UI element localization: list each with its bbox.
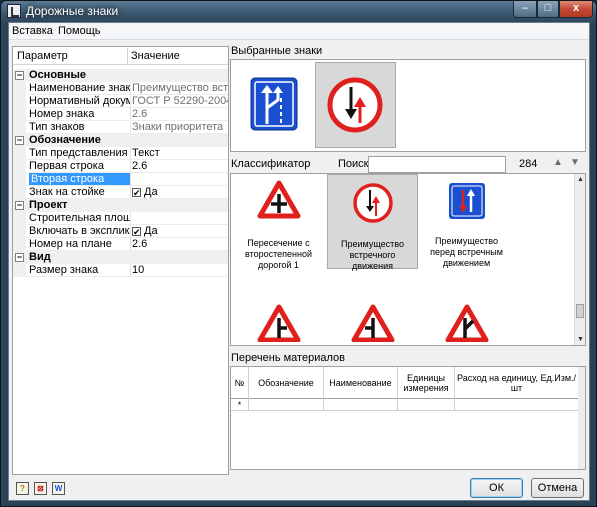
classifier-item[interactable]: Пересечение с второстепенной дорогой 1 <box>233 174 324 270</box>
materials-scrollbar[interactable] <box>578 367 585 469</box>
ok-button[interactable]: ОК <box>470 478 523 498</box>
materials-label: Перечень материалов <box>231 352 345 364</box>
materials-table: № Обозначение Наименование Единицы измер… <box>230 366 586 470</box>
move-down-icon[interactable]: ▼ <box>570 157 580 168</box>
menu-insert[interactable]: Вставка <box>12 25 53 37</box>
group-project[interactable]: − Проект <box>13 199 228 212</box>
property-row-selected[interactable]: Вторая строка <box>13 173 228 186</box>
property-row[interactable]: Включать в экспликацию✔Да <box>13 225 228 238</box>
group-view[interactable]: − Вид <box>13 251 228 264</box>
app-icon <box>7 4 21 18</box>
selected-signs-label: Выбранные знаки <box>231 45 323 57</box>
lane-direction-sign-icon <box>250 77 298 131</box>
checkbox[interactable]: ✔ <box>132 227 141 237</box>
property-value: Да <box>144 186 158 198</box>
client-area: Вставка Помощь Параметр Значение − Основ… <box>8 22 590 501</box>
property-row[interactable]: Нормативный документГОСТ Р 52290-2004 <box>13 95 228 108</box>
classifier-label: Классификатор <box>231 158 311 170</box>
side-road-right-sign-icon <box>257 304 300 342</box>
group-main[interactable]: − Основные <box>13 69 228 82</box>
minimize-button[interactable]: – <box>513 1 537 18</box>
property-row[interactable]: Номер на плане 2.6 <box>13 238 228 251</box>
column-header[interactable]: Наименование <box>324 367 398 399</box>
oncoming-priority-sign-icon <box>352 183 393 223</box>
table-cell[interactable] <box>455 399 579 411</box>
table-cell[interactable] <box>398 399 455 411</box>
search-input[interactable] <box>368 156 506 173</box>
word-export-icon[interactable]: W <box>52 482 65 495</box>
scroll-thumb[interactable] <box>576 304 584 318</box>
menu-help[interactable]: Помощь <box>58 25 101 37</box>
scroll-down-icon[interactable]: ▼ <box>575 334 585 345</box>
classifier-item-selected[interactable]: Преимущество встречного движения <box>327 174 418 271</box>
priority-over-oncoming-sign-icon <box>448 183 485 219</box>
item-caption: Преимущество встречного движения <box>341 239 404 271</box>
selected-sign-thumb[interactable] <box>234 62 315 148</box>
classifier-item[interactable] <box>327 296 418 345</box>
group-title: Основные <box>29 69 86 81</box>
search-label: Поиск: <box>338 158 372 170</box>
property-row[interactable]: Размер знака 10 <box>13 264 228 277</box>
property-row[interactable]: Строительная площадка <box>13 212 228 225</box>
classifier-scrollbar[interactable]: ▲ ▼ <box>574 174 585 345</box>
crossroad-sign-icon <box>257 180 300 219</box>
menu-bar: Вставка Помощь <box>9 23 589 40</box>
table-cell[interactable] <box>249 399 324 411</box>
property-row[interactable]: Тип представления Текст <box>13 147 228 160</box>
property-row[interactable]: Знак на стойке ✔ Да <box>13 186 228 199</box>
property-row[interactable]: Тип знаков Знаки приоритета <box>13 121 228 134</box>
maximize-button[interactable]: □ <box>537 1 559 18</box>
item-caption: Преимущество перед встречным движением <box>430 236 503 268</box>
selected-signs-panel <box>230 59 586 152</box>
selected-sign-thumb-active[interactable] <box>315 62 396 148</box>
column-header[interactable]: Единицы измерения <box>398 367 455 399</box>
title-bar: Дорожные знаки – □ x <box>1 1 596 21</box>
group-title: Вид <box>29 251 51 263</box>
group-designation[interactable]: − Обозначение <box>13 134 228 147</box>
item-caption: Пересечение с второстепенной дорогой 1 <box>245 238 312 270</box>
property-row[interactable]: Наименование знакаПреимущество встре... <box>13 82 228 95</box>
window-title: Дорожные знаки <box>26 4 119 18</box>
column-header[interactable]: Расход на единицу, Ед.Изм./шт <box>455 367 579 399</box>
param-column-header: Параметр <box>17 50 68 62</box>
classifier-item[interactable] <box>233 296 324 345</box>
oncoming-priority-sign-icon <box>327 77 383 133</box>
property-row[interactable]: Номер знака 2.6 <box>13 108 228 121</box>
group-title: Проект <box>29 199 68 211</box>
new-row-marker: * <box>231 399 249 411</box>
help-icon[interactable]: ? <box>16 482 29 495</box>
classifier-item[interactable]: Преимущество перед встречным движением <box>421 174 512 269</box>
table-header: № Обозначение Наименование Единицы измер… <box>231 367 579 399</box>
side-road-angle-sign-icon <box>445 304 488 342</box>
dialog-window: Дорожные знаки – □ x Вставка Помощь Пара… <box>0 0 597 507</box>
collapse-icon[interactable]: − <box>15 71 24 80</box>
group-title: Обозначение <box>29 134 101 146</box>
collapse-icon[interactable]: − <box>15 201 24 210</box>
property-row[interactable]: Первая строка 2.6 <box>13 160 228 173</box>
export-icon[interactable]: ⊠ <box>34 482 47 495</box>
classifier-item[interactable] <box>421 296 512 345</box>
checkbox[interactable]: ✔ <box>132 188 141 198</box>
table-cell[interactable] <box>324 399 398 411</box>
scroll-up-icon[interactable]: ▲ <box>575 174 585 185</box>
column-header[interactable]: Обозначение <box>249 367 324 399</box>
side-road-left-sign-icon <box>351 304 394 342</box>
collapse-icon[interactable]: − <box>15 253 24 262</box>
table-row-new[interactable]: * <box>231 399 579 411</box>
close-button[interactable]: x <box>559 1 593 18</box>
property-value: Да <box>144 225 158 237</box>
result-count: 284 <box>519 158 538 170</box>
classifier-panel: Пересечение с второстепенной дорогой 1 П… <box>230 173 586 346</box>
move-up-icon[interactable]: ▲ <box>553 157 563 168</box>
column-header[interactable]: № <box>231 367 249 399</box>
cancel-button[interactable]: Отмена <box>531 478 584 498</box>
property-grid: Параметр Значение − Основные Наименовани… <box>12 46 229 475</box>
value-column-header: Значение <box>131 50 180 62</box>
collapse-icon[interactable]: − <box>15 136 24 145</box>
property-grid-header: Параметр Значение <box>13 47 228 65</box>
